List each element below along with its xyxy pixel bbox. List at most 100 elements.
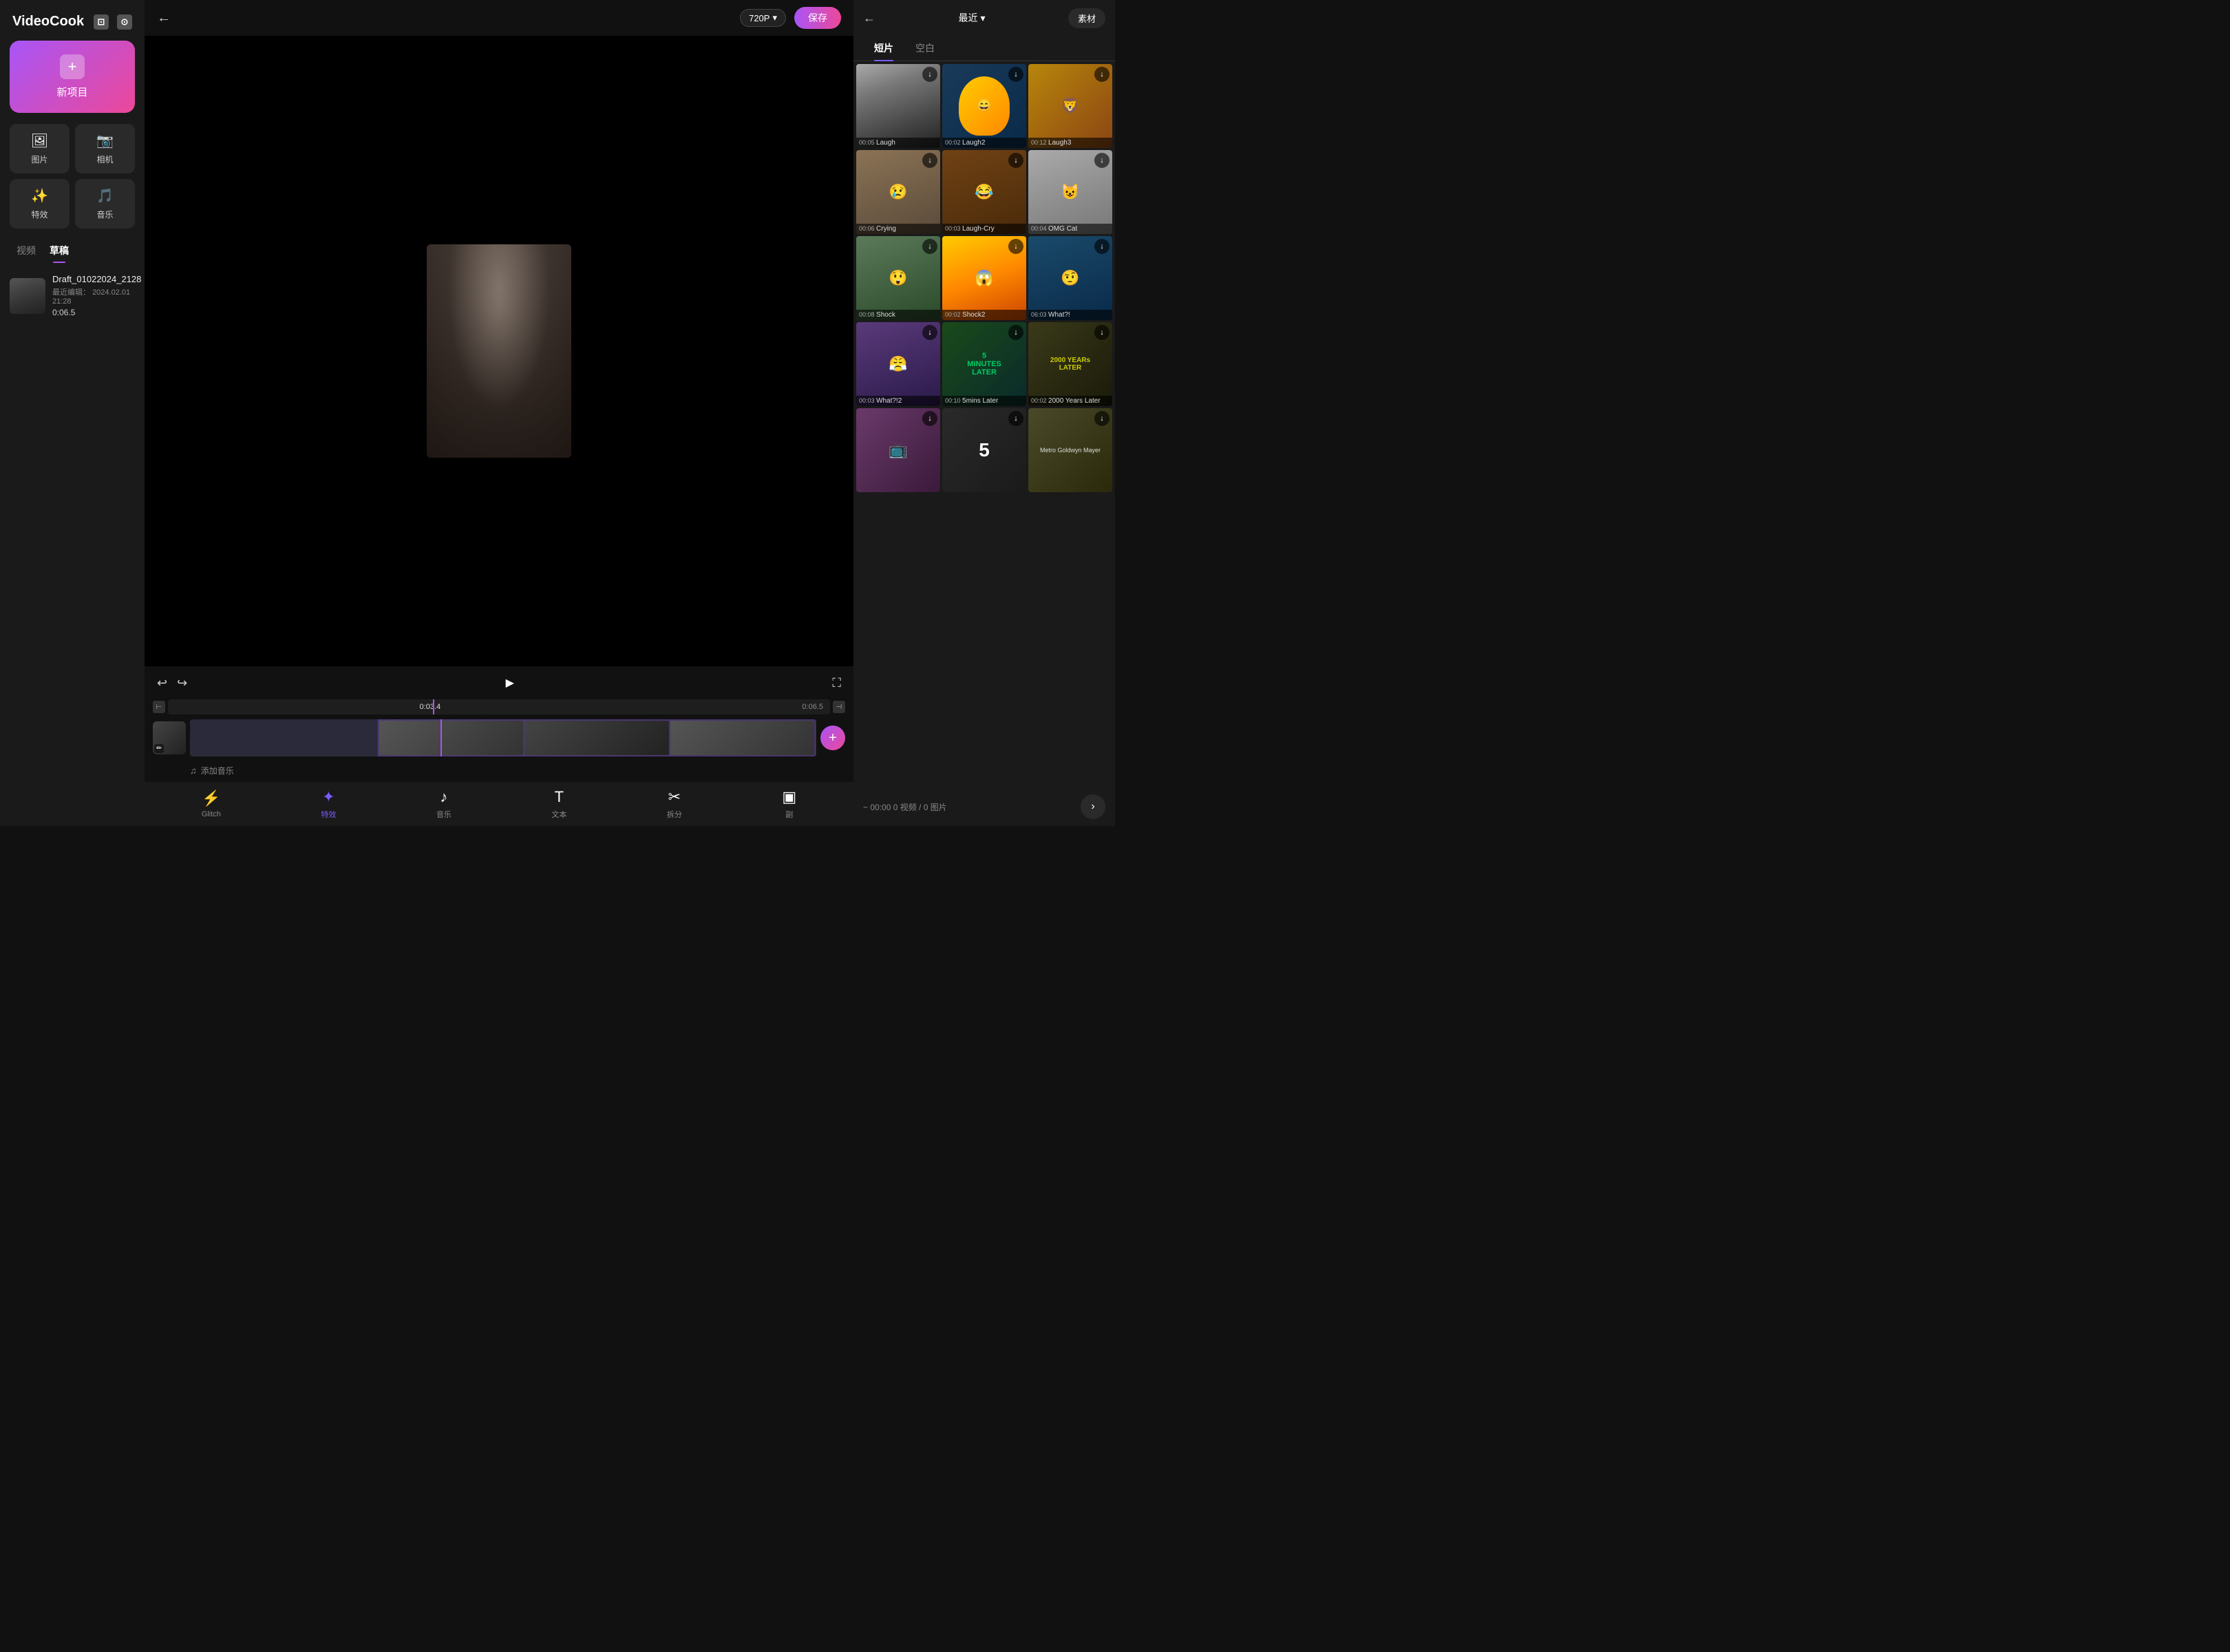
- timeline-playhead: [440, 719, 442, 756]
- add-track-icon: +: [829, 730, 837, 746]
- redo-button[interactable]: ↪: [177, 676, 187, 690]
- right-panel-header: ← 最近 ▾ 素材: [853, 0, 1115, 36]
- quality-selector[interactable]: 720P ▾: [740, 9, 786, 27]
- rp-tab-clips-label: 短片: [874, 43, 893, 54]
- quick-action-effects[interactable]: ✨ 特效: [10, 179, 70, 229]
- download-shock[interactable]: ↓: [922, 239, 937, 254]
- rp-back-button[interactable]: ←: [863, 11, 875, 25]
- draft-thumbnail: [10, 278, 45, 314]
- music-label: 音乐: [96, 209, 113, 220]
- timeline-tracks: ✏ +: [153, 717, 845, 759]
- download-metro[interactable]: ↓: [1094, 411, 1109, 426]
- media-item-five[interactable]: 5 ↓: [942, 408, 1026, 492]
- tv-icon[interactable]: ⊡: [94, 14, 109, 30]
- media-item-shock2[interactable]: 😱 ↓ 00:02 Shock2: [942, 236, 1026, 320]
- rp-recent-dropdown[interactable]: 最近 ▾: [958, 11, 985, 25]
- quick-action-music[interactable]: 🎵 音乐: [75, 179, 135, 229]
- media-item-omgcat[interactable]: 😺 ↓ 00:04 OMG Cat: [1028, 150, 1112, 234]
- draft-item[interactable]: Draft_01022024_2128 最近编辑： 2024.02.01 21:…: [0, 268, 145, 323]
- download-omgcat[interactable]: ↓: [1094, 153, 1109, 168]
- music-toolbar-icon: ♪: [440, 788, 447, 806]
- download-shock2[interactable]: ↓: [1008, 239, 1023, 254]
- rp-material-button[interactable]: 素材: [1068, 8, 1105, 28]
- toolbar-music[interactable]: ♪ 音乐: [429, 784, 458, 824]
- rp-tab-clips[interactable]: 短片: [863, 36, 904, 61]
- rp-footer-info: ~ 00:00 0 视频 / 0 图片: [863, 801, 947, 813]
- camera-icon[interactable]: ⊙: [117, 14, 132, 30]
- tab-draft[interactable]: 草稿: [43, 240, 76, 262]
- download-laugh3[interactable]: ↓: [1094, 67, 1109, 82]
- undo-button[interactable]: ↩: [157, 676, 167, 690]
- download-crying[interactable]: ↓: [922, 153, 937, 168]
- rp-tab-blank[interactable]: 空白: [904, 36, 946, 61]
- rp-next-button[interactable]: ›: [1081, 794, 1105, 819]
- track-cover-icon: ✏: [154, 744, 164, 753]
- media-item-laughcry[interactable]: 😂 ↓ 00:03 Laugh-Cry: [942, 150, 1026, 234]
- track-cover: ✏: [153, 721, 186, 754]
- laugh3-label: 00:12 Laugh3: [1028, 138, 1112, 148]
- toolbar-effects[interactable]: ✦ 特效: [314, 784, 343, 824]
- download-five[interactable]: ↓: [1008, 411, 1023, 426]
- media-item-sponge2[interactable]: 📺 ↓: [856, 408, 940, 492]
- media-item-what[interactable]: 🤨 ↓ 06:03 What?!: [1028, 236, 1112, 320]
- save-button[interactable]: 保存: [794, 7, 841, 29]
- toolbar-text[interactable]: T 文本: [544, 784, 573, 824]
- media-item-5mins[interactable]: 5MINUTESLATER ↓ 00:10 5mins Later: [942, 322, 1026, 406]
- effects-toolbar-icon: ✦: [322, 788, 334, 806]
- top-bar-left: ←: [157, 10, 171, 26]
- back-button[interactable]: ←: [157, 10, 171, 26]
- timeline-end[interactable]: ⊣: [833, 701, 845, 713]
- download-5mins[interactable]: ↓: [1008, 325, 1023, 340]
- photos-icon: 🖼: [31, 132, 48, 149]
- download-laugh2[interactable]: ↓: [1008, 67, 1023, 82]
- fullscreen-button[interactable]: ⛶: [832, 676, 841, 690]
- media-item-shock[interactable]: 😲 ↓ 00:08 Shock: [856, 236, 940, 320]
- tab-video[interactable]: 视频: [10, 240, 43, 262]
- toolbar-split[interactable]: ✂ 拆分: [660, 784, 689, 824]
- track-clip-2[interactable]: [378, 719, 816, 756]
- recent-label: 最近: [958, 11, 977, 25]
- media-item-laugh2[interactable]: 😄 ↓ 00:02 Laugh2: [942, 64, 1026, 148]
- draft-tabs: 视频 草稿: [0, 240, 145, 262]
- download-2000[interactable]: ↓: [1094, 325, 1109, 340]
- toolbar-glitch[interactable]: ⚡ Glitch: [195, 785, 228, 823]
- media-item-crying[interactable]: 😢 ↓ 00:06 Crying: [856, 150, 940, 234]
- recent-dropdown-icon: ▾: [980, 12, 985, 24]
- new-project-button[interactable]: + 新项目: [10, 41, 135, 113]
- media-grid-scroll[interactable]: ↓ 00:05 Laugh 😄 ↓ 00:02 Laugh2 🦁 ↓: [853, 61, 1115, 787]
- download-laughcry[interactable]: ↓: [1008, 153, 1023, 168]
- play-button[interactable]: ▶: [499, 672, 521, 694]
- download-laugh[interactable]: ↓: [922, 67, 937, 82]
- text-toolbar-icon: T: [555, 788, 564, 806]
- media-item-what2[interactable]: 😤 ↓ 00:03 What?!2: [856, 322, 940, 406]
- draft-info: Draft_01022024_2128 最近编辑： 2024.02.01 21:…: [52, 274, 141, 317]
- media-item-laugh3[interactable]: 🦁 ↓ 00:12 Laugh3: [1028, 64, 1112, 148]
- effects-label: 特效: [31, 209, 47, 220]
- add-track-button[interactable]: +: [820, 726, 845, 750]
- download-what[interactable]: ↓: [1094, 239, 1109, 254]
- download-what2[interactable]: ↓: [922, 325, 937, 340]
- toolbar-duplicate[interactable]: ▣ 副: [775, 784, 803, 824]
- quick-action-photos[interactable]: 🖼 图片: [10, 124, 70, 173]
- download-sponge2[interactable]: ↓: [922, 411, 937, 426]
- media-item-metro[interactable]: Metro Goldwyn Mayer ↓: [1028, 408, 1112, 492]
- playhead[interactable]: [433, 699, 434, 714]
- quick-action-camera[interactable]: 📷 相机: [75, 124, 135, 173]
- fullscreen-icon: ⛶: [832, 676, 841, 690]
- track-clips[interactable]: [190, 719, 816, 756]
- plus-icon: +: [60, 54, 85, 79]
- rp-tab-blank-label: 空白: [915, 43, 935, 54]
- split-toolbar-label: 拆分: [667, 809, 682, 820]
- ruler-track[interactable]: 0:03.4 0:06.5: [168, 699, 830, 714]
- media-item-2000[interactable]: 2000 YEARsLATER ↓ 00:02 2000 Years Later: [1028, 322, 1112, 406]
- track-clip-1[interactable]: [190, 719, 378, 756]
- tab-draft-label: 草稿: [50, 245, 69, 256]
- shock-label: 00:08 Shock: [856, 310, 940, 320]
- timeline-start[interactable]: ⊢: [153, 701, 165, 713]
- media-item-laugh[interactable]: ↓ 00:05 Laugh: [856, 64, 940, 148]
- add-music-button[interactable]: 添加音乐: [201, 765, 234, 776]
- shock2-label: 00:02 Shock2: [942, 310, 1026, 320]
- camera-label: 相机: [96, 153, 113, 165]
- photos-label: 图片: [31, 153, 47, 165]
- split-toolbar-icon: ✂: [668, 788, 681, 806]
